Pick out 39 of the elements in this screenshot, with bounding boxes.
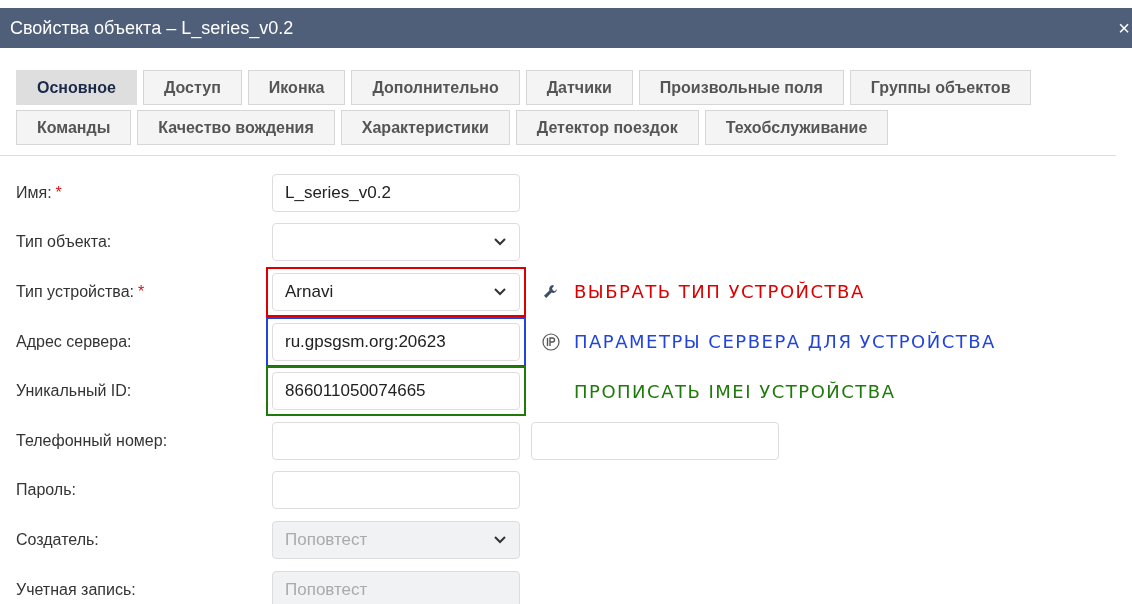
field-label: Пароль:: [16, 481, 77, 500]
tab[interactable]: Качество вождения: [137, 110, 335, 145]
input-field[interactable]: [531, 421, 779, 460]
tab[interactable]: Датчики: [525, 70, 633, 105]
field-label: Создатель:: [16, 530, 100, 549]
tab[interactable]: Детектор поездок: [515, 110, 699, 145]
field-label: Учетная запись:: [16, 580, 137, 599]
tab[interactable]: Команды: [16, 110, 132, 145]
dropdown[interactable]: Arnavi: [272, 273, 520, 311]
tab[interactable]: Дополнительно: [351, 70, 520, 105]
field-label: Уникальный ID:: [16, 382, 133, 401]
annotation-text: ВЫБРАТЬ ТИП УСТРОЙСТВА: [574, 281, 865, 303]
input-field[interactable]: L_series_v0.2: [272, 173, 520, 212]
dropdown[interactable]: [272, 223, 520, 262]
window-title: Свойства объекта – L_series_v0.2: [10, 17, 294, 39]
ip-icon: [542, 332, 560, 351]
tab[interactable]: Доступ: [142, 70, 242, 105]
field-label: Тип объекта:: [16, 233, 113, 252]
tab[interactable]: Характеристики: [340, 110, 510, 145]
chevron-down-icon: [493, 534, 507, 545]
input-field[interactable]: ru.gpsgsm.org:20623: [272, 322, 520, 361]
close-button[interactable]: ×: [1118, 16, 1132, 40]
annotation-text: ПАРАМЕТРЫ СЕРВЕРА ДЛЯ УСТРОЙСТВА: [574, 331, 996, 353]
field-label: Адрес сервера:: [16, 332, 133, 351]
tab[interactable]: Группы объектов: [849, 70, 1032, 105]
tab[interactable]: Основное: [16, 70, 137, 105]
input-field[interactable]: [272, 421, 520, 460]
tab[interactable]: Техобслуживание: [704, 110, 889, 145]
chevron-down-icon: [493, 237, 507, 248]
field-label: Имя: *: [16, 183, 63, 202]
input-field[interactable]: [272, 471, 520, 510]
chevron-down-icon: [493, 287, 507, 297]
tab[interactable]: Иконка: [247, 70, 346, 105]
annotation-text: ПРОПИСАТЬ IMEI УСТРОЙСТВА: [574, 380, 896, 402]
wrench-icon: [542, 283, 560, 301]
field-label: Тип устройства: *: [16, 283, 146, 301]
tab[interactable]: Произвольные поля: [638, 70, 844, 105]
field-label: Телефонный номер:: [16, 431, 169, 450]
input-field[interactable]: 866011050074665: [272, 372, 520, 411]
